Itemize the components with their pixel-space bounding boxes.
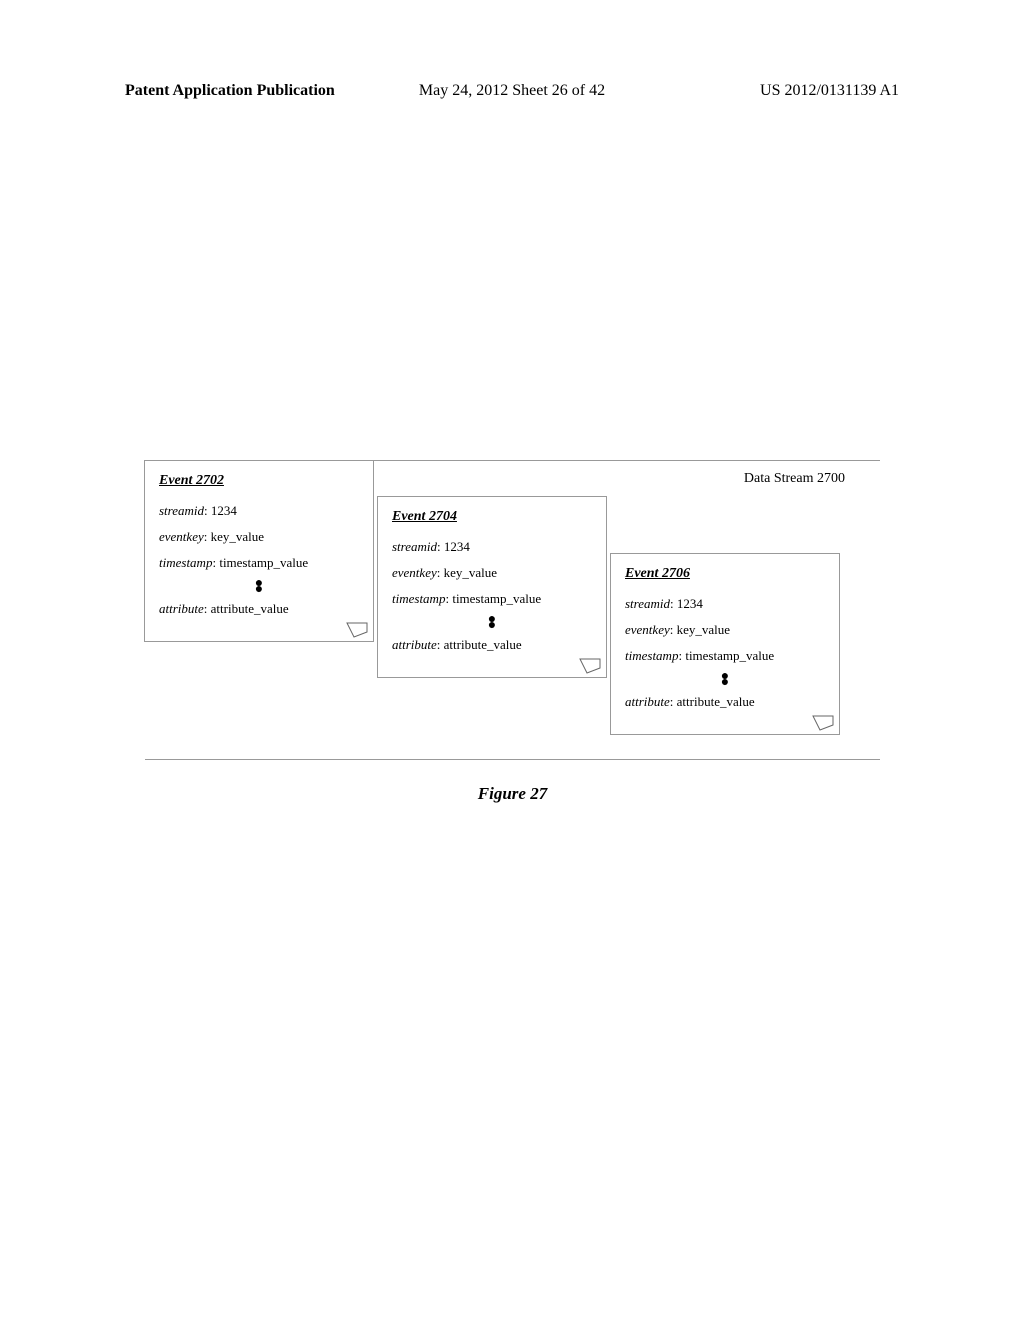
- event-timestamp-row: timestamp: timestamp_value: [625, 648, 825, 664]
- event-timestamp-row: timestamp: timestamp_value: [392, 591, 592, 607]
- timestamp-value: timestamp_value: [452, 591, 541, 606]
- streamid-value: 1234: [444, 539, 470, 554]
- event-attribute-row: attribute: attribute_value: [625, 694, 825, 710]
- event-title: Event 2704: [392, 509, 592, 525]
- event-box-2704: Event 2704 streamid: 1234 eventkey: key_…: [377, 496, 607, 678]
- timestamp-value: timestamp_value: [685, 648, 774, 663]
- event-attribute-row: attribute: attribute_value: [159, 601, 359, 617]
- event-title: Event 2706: [625, 566, 825, 582]
- streamid-value: 1234: [211, 503, 237, 518]
- ellipsis-icon: ●●: [392, 617, 592, 629]
- callout-icon: [346, 622, 368, 638]
- eventkey-label: eventkey: [392, 565, 437, 580]
- callout-icon: [579, 658, 601, 674]
- event-streamid-row: streamid: 1234: [159, 503, 359, 519]
- ellipsis-icon: ●●: [625, 674, 825, 686]
- event-eventkey-row: eventkey: key_value: [159, 529, 359, 545]
- streamid-label: streamid: [625, 596, 670, 611]
- eventkey-label: eventkey: [625, 622, 670, 637]
- event-eventkey-row: eventkey: key_value: [392, 565, 592, 581]
- event-box-2702: Event 2702 streamid: 1234 eventkey: key_…: [144, 460, 374, 642]
- streamid-label: streamid: [159, 503, 204, 518]
- callout-icon: [812, 715, 834, 731]
- event-timestamp-row: timestamp: timestamp_value: [159, 555, 359, 571]
- page-header: Patent Application Publication May 24, 2…: [0, 82, 1024, 100]
- attribute-value: attribute_value: [444, 637, 522, 652]
- event-box-2706: Event 2706 streamid: 1234 eventkey: key_…: [610, 553, 840, 735]
- eventkey-label: eventkey: [159, 529, 204, 544]
- streamid-value: 1234: [677, 596, 703, 611]
- ellipsis-icon: ●●: [159, 581, 359, 593]
- attribute-label: attribute: [625, 694, 670, 709]
- timestamp-label: timestamp: [392, 591, 445, 606]
- event-attribute-row: attribute: attribute_value: [392, 637, 592, 653]
- data-stream-label: Data Stream 2700: [744, 471, 845, 487]
- header-patent-number: US 2012/0131139 A1: [760, 82, 899, 100]
- attribute-value: attribute_value: [211, 601, 289, 616]
- attribute-value: attribute_value: [677, 694, 755, 709]
- eventkey-value: key_value: [677, 622, 730, 637]
- header-publication-label: Patent Application Publication: [125, 82, 335, 100]
- timestamp-label: timestamp: [625, 648, 678, 663]
- event-streamid-row: streamid: 1234: [392, 539, 592, 555]
- eventkey-value: key_value: [211, 529, 264, 544]
- timestamp-label: timestamp: [159, 555, 212, 570]
- attribute-label: attribute: [159, 601, 204, 616]
- streamid-label: streamid: [392, 539, 437, 554]
- data-stream-box: Data Stream 2700 Event 2702 streamid: 12…: [145, 460, 880, 760]
- timestamp-value: timestamp_value: [219, 555, 308, 570]
- diagram-container: Data Stream 2700 Event 2702 streamid: 12…: [145, 460, 880, 804]
- figure-caption: Figure 27: [145, 784, 880, 804]
- event-title: Event 2702: [159, 473, 359, 489]
- attribute-label: attribute: [392, 637, 437, 652]
- header-date-sheet: May 24, 2012 Sheet 26 of 42: [419, 82, 605, 100]
- eventkey-value: key_value: [444, 565, 497, 580]
- event-streamid-row: streamid: 1234: [625, 596, 825, 612]
- event-eventkey-row: eventkey: key_value: [625, 622, 825, 638]
